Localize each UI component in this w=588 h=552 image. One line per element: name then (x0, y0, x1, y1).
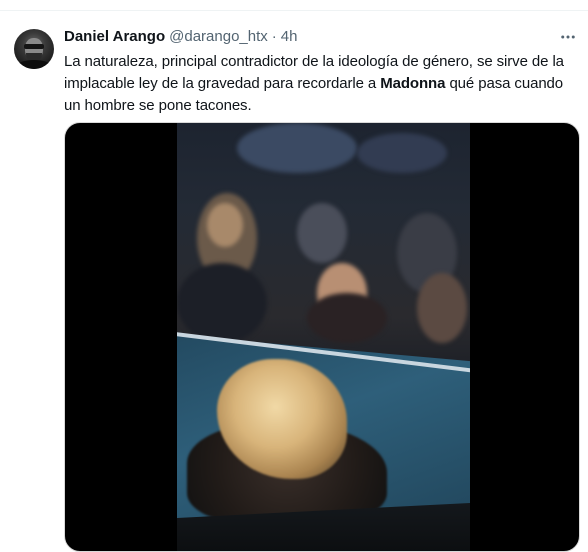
crowd-person (417, 273, 467, 343)
crowd-person (307, 293, 387, 343)
tweet-text-line-1: La naturaleza, principal contradictor de… (64, 53, 564, 70)
author-handle[interactable]: @darango_htx (169, 27, 268, 47)
tweet-video[interactable] (64, 122, 580, 552)
crowd-person (207, 203, 243, 247)
more-options-button[interactable] (556, 27, 580, 47)
crowd-person (297, 203, 347, 263)
crowd-person (177, 263, 267, 343)
tweet-header: Daniel Arango @darango_htx · 4h (64, 27, 297, 47)
tweet-text: La naturaleza, principal contradictor de… (64, 51, 584, 117)
tweet-text-line-2-start: implacable ley de la gravedad para recor… (64, 75, 381, 92)
avatar[interactable] (14, 29, 54, 69)
tweet-timestamp[interactable]: 4h (281, 27, 298, 47)
video-frame (177, 123, 470, 551)
tweet-text-bold-name: Madonna (380, 75, 446, 92)
crowd-light (237, 123, 357, 173)
separator-dot: · (271, 28, 277, 45)
author-display-name[interactable]: Daniel Arango (64, 27, 165, 47)
avatar-glasses (24, 44, 44, 49)
more-horizontal-icon (559, 28, 577, 46)
tweet-text-line-2-end: qué pasa cuando (445, 75, 564, 92)
tweet[interactable]: Daniel Arango @darango_htx · 4h La natur… (0, 11, 588, 552)
tweet-text-line-3: un hombre se pone tacones. (64, 97, 252, 114)
tweet-text-line-2: implacable ley de la gravedad para recor… (64, 73, 584, 95)
crowd-light (357, 133, 447, 173)
avatar-shoulders (16, 60, 52, 69)
